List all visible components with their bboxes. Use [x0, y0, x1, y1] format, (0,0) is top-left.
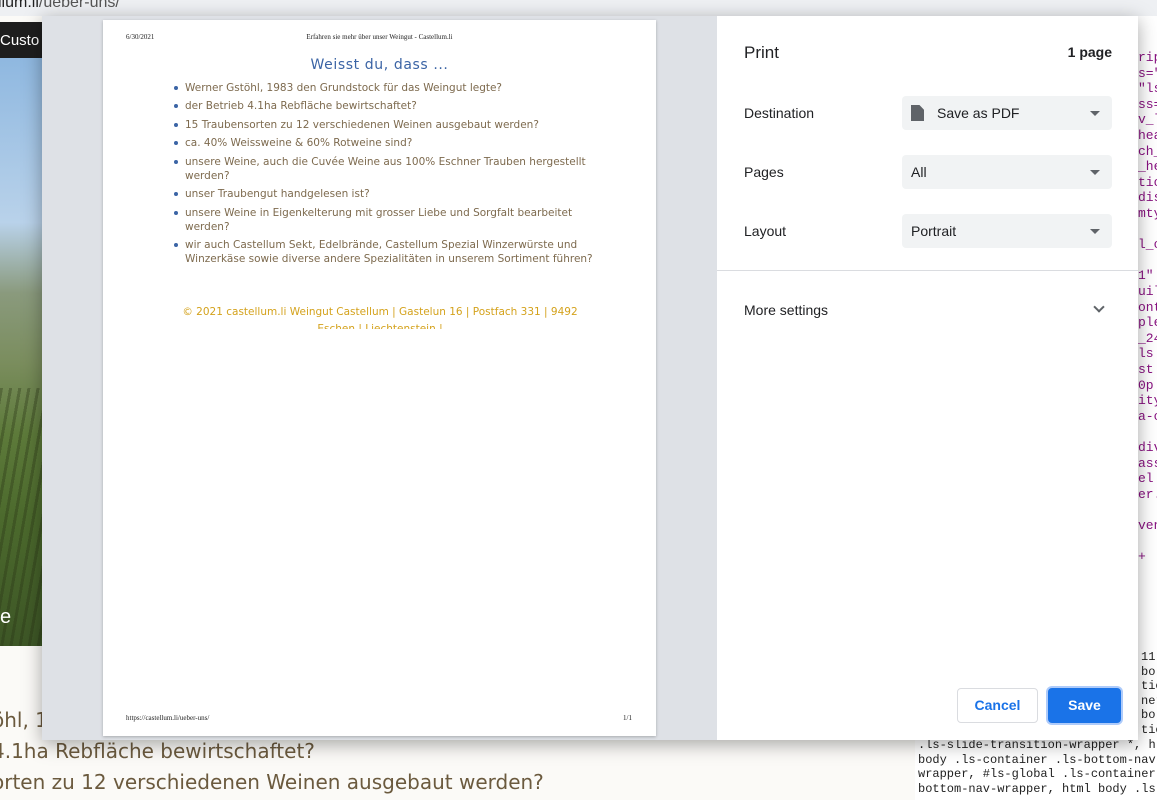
- chevron-down-icon[interactable]: [1093, 301, 1105, 313]
- devtools-css-line: wrapper, #ls-global .ls-container: [918, 767, 1156, 781]
- devtools-code-line: 0p: [1138, 377, 1154, 393]
- chevron-down-icon: [1090, 111, 1100, 116]
- devtools-code-line: l_c: [1138, 237, 1157, 253]
- layout-value: Portrait: [911, 223, 957, 239]
- devtools-code-line: a-c: [1138, 408, 1157, 424]
- devtools-code-line: div: [1138, 440, 1157, 455]
- devtools-code-line: ont: [1138, 299, 1157, 315]
- devtools-code-line: er.m: [1138, 486, 1157, 502]
- devtools-css-line: .ls-slide-transition-wrapper *, h: [918, 738, 1156, 752]
- devtools-code-line: "ls: [1138, 81, 1157, 97]
- devtools-code-line: 11.: [1141, 650, 1157, 664]
- preview-page: 6/30/2021 Erfahren sie mehr über unser W…: [103, 20, 656, 736]
- document-heading: Weisst du, dass ...: [310, 57, 449, 73]
- more-settings-toggle[interactable]: More settings: [744, 302, 828, 318]
- background-text-line: orten zu 12 verschiedenen Weinen ausgeba…: [0, 770, 544, 794]
- page-footer-number: 1/1: [623, 714, 632, 722]
- page-header-title: Erfahren sie mehr über unser Weingut - C…: [306, 33, 453, 41]
- devtools-code-line: dis: [1138, 190, 1157, 206]
- devtools-code-line: ple: [1138, 315, 1157, 331]
- layout-select[interactable]: Portrait: [902, 214, 1112, 248]
- devtools-code-line: mty: [1138, 206, 1157, 221]
- devtools-code-line: hea: [1138, 128, 1157, 143]
- page-count: 1 page: [1067, 44, 1112, 60]
- devtools-code-line: _he: [1138, 159, 1157, 175]
- devtools-code-line: st: [1138, 362, 1154, 377]
- devtools-code-line: vent: [1138, 518, 1157, 533]
- pages-label: Pages: [744, 164, 784, 180]
- devtools-code-line: s=": [1138, 65, 1157, 81]
- chevron-down-icon: [1090, 229, 1100, 234]
- destination-value: Save as PDF: [937, 105, 1020, 121]
- layout-label: Layout: [744, 223, 787, 239]
- devtools-code-line: tio: [1141, 722, 1157, 737]
- document-icon: [911, 105, 924, 121]
- devtools-styles-fragment: 11.botionerbotioain: [1135, 650, 1157, 738]
- devtools-code-line: ss=: [1138, 96, 1157, 112]
- list-item: wir auch Castellum Sekt, Edelbrände, Cas…: [173, 238, 603, 266]
- print-settings-panel: Print 1 page Destination Save as PDF Pag…: [717, 16, 1138, 740]
- page-footer-url: https://castellum.li/ueber-uns/: [126, 714, 210, 722]
- devtools-code-line: ass: [1138, 455, 1157, 471]
- url-bar[interactable]: llum.li/ueber-uns/: [0, 0, 1157, 16]
- dialog-title: Print: [744, 43, 779, 62]
- devtools-code-line: bo: [1141, 664, 1156, 679]
- url-text: llum.li/ueber-uns/: [0, 0, 120, 11]
- list-item: der Betrieb 4.1ha Rebfläche bewirtschaft…: [173, 99, 603, 113]
- list-item: ca. 40% Weissweine & 60% Rotweine sind?: [173, 136, 603, 150]
- print-dialog: 6/30/2021 Erfahren sie mehr über unser W…: [42, 16, 1138, 740]
- devtools-css-line: bottom-nav-wrapper, html body .ls: [918, 781, 1156, 796]
- document-footer: © 2021 castellum.li Weingut Castellum | …: [182, 306, 578, 329]
- devtools-code-line: ner: [1141, 693, 1157, 708]
- devtools-code-line: bo: [1141, 708, 1156, 722]
- pages-value: All: [911, 164, 927, 180]
- settings-divider: [717, 270, 1138, 271]
- save-button[interactable]: Save: [1048, 688, 1121, 723]
- devtools-code-line: v_l: [1138, 112, 1157, 128]
- devtools-styles-panel: .ls-slide-transition-wrapper *, h body .l…: [915, 738, 1157, 800]
- devtools-code-line: ls: [1138, 346, 1154, 362]
- print-preview-area: 6/30/2021 Erfahren sie mehr über unser W…: [42, 16, 717, 740]
- fact-list: Werner Gstöhl, 1983 den Grundstock für d…: [173, 81, 603, 271]
- list-item: unser Traubengut handgelesen ist?: [173, 187, 603, 201]
- background-text-line: öhl, 1: [0, 708, 48, 732]
- devtools-code-line: rip: [1138, 50, 1157, 65]
- destination-select[interactable]: Save as PDF: [902, 96, 1112, 130]
- pages-select[interactable]: All: [902, 155, 1112, 189]
- devtools-code-line: +: [1138, 549, 1146, 565]
- devtools-code-line: ch_: [1138, 143, 1157, 159]
- devtools-code-line: uil: [1138, 284, 1157, 299]
- devtools-code-line: 1": [1138, 268, 1154, 284]
- devtools-code-line: tio: [1138, 174, 1157, 190]
- list-item: 15 Traubensorten zu 12 verschiedenen Wei…: [173, 118, 603, 132]
- chevron-down-icon: [1090, 170, 1100, 175]
- devtools-code-line: tio: [1141, 679, 1157, 693]
- list-item: Werner Gstöhl, 1983 den Grundstock für d…: [173, 81, 603, 95]
- devtools-code-line: _24: [1138, 330, 1157, 346]
- list-item: unsere Weine in Eigenkelterung mit gross…: [173, 206, 603, 234]
- devtools-code-line: ity: [1138, 393, 1157, 409]
- devtools-css-line: body .ls-container .ls-bottom-nav: [918, 752, 1156, 767]
- cancel-button[interactable]: Cancel: [957, 688, 1038, 723]
- list-item: unsere Weine, auch die Cuvée Weine aus 1…: [173, 155, 603, 183]
- destination-label: Destination: [744, 105, 815, 121]
- devtools-code-line: el: [1138, 471, 1154, 487]
- background-text-line: 4.1ha Rebfläche bewirtschaftet?: [0, 739, 315, 763]
